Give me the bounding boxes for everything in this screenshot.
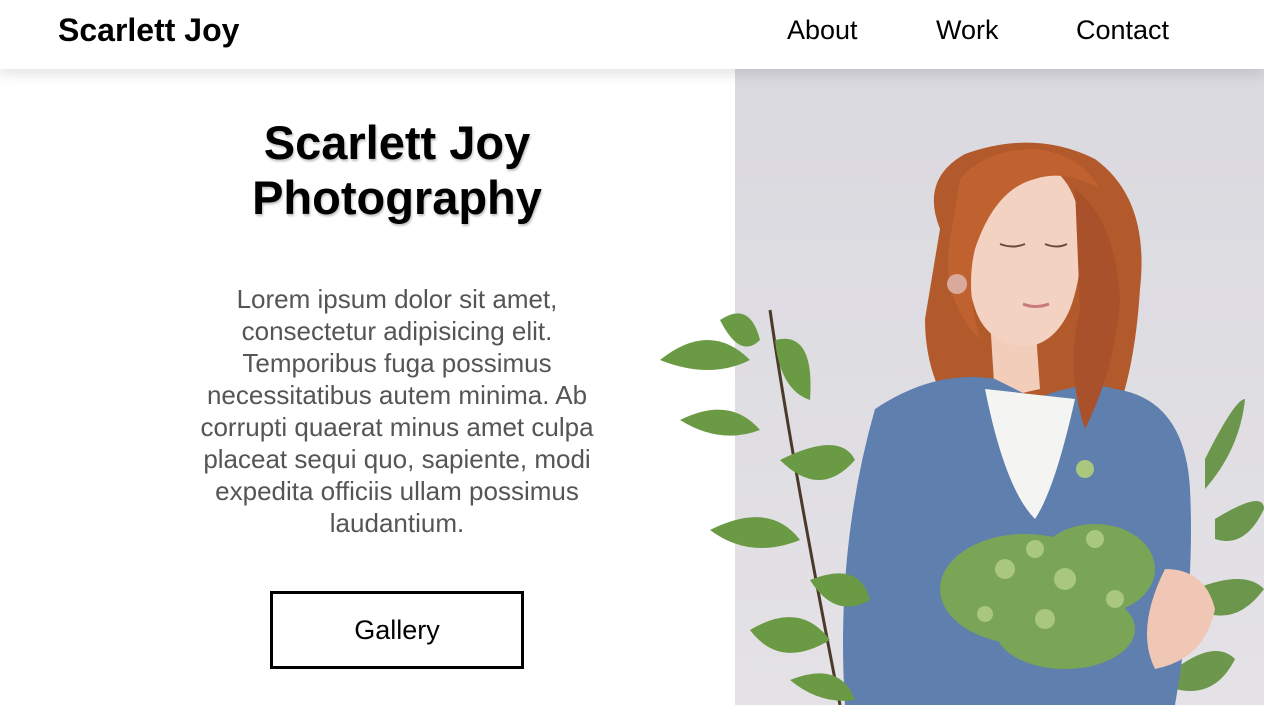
nav-link-about[interactable]: About	[787, 12, 858, 48]
main-nav: About Work Contact	[0, 12, 1264, 48]
plant-illustration	[660, 309, 870, 705]
hero-description: Lorem ipsum dolor sit amet, consectetur …	[200, 284, 594, 538]
hero-section: Scarlett Joy Photography Lorem ipsum dol…	[170, 115, 624, 669]
plant-image	[640, 300, 880, 705]
page-title: Scarlett Joy Photography	[170, 115, 624, 225]
gallery-button[interactable]: Gallery	[270, 591, 524, 669]
page-title-line-1: Scarlett Joy	[263, 116, 531, 169]
nav-link-contact[interactable]: Contact	[1076, 12, 1169, 48]
site-header: Scarlett Joy About Work Contact	[0, 0, 1264, 69]
nav-link-work[interactable]: Work	[936, 12, 999, 48]
page-title-line-2: Photography	[252, 171, 542, 224]
